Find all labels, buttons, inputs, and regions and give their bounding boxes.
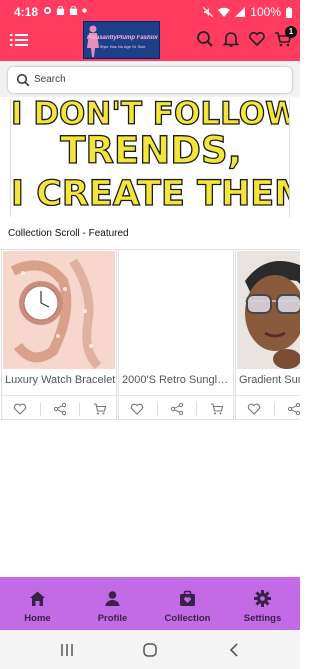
back-icon[interactable] bbox=[226, 642, 242, 658]
shopping-bag-icon bbox=[56, 6, 65, 15]
battery-icon bbox=[286, 6, 292, 18]
product-actions bbox=[236, 395, 300, 421]
search-icon[interactable] bbox=[196, 30, 214, 48]
divider bbox=[40, 402, 41, 416]
product-actions bbox=[119, 395, 235, 421]
sunglasses-model-image bbox=[237, 251, 300, 369]
collection-icon bbox=[180, 590, 195, 606]
app-top-bar: 4:18 100% PleasantlyPlump Fashions Style… bbox=[0, 0, 300, 61]
header-actions: 1 bbox=[196, 26, 297, 48]
dot-icon bbox=[82, 8, 87, 13]
wifi-icon bbox=[218, 7, 231, 17]
cart-count-badge: 1 bbox=[285, 26, 297, 38]
nav-home[interactable]: Home bbox=[0, 577, 75, 630]
logo-title: PleasantlyPlump Fashions bbox=[87, 35, 158, 41]
divider bbox=[79, 402, 80, 416]
nav-collection[interactable]: Collection bbox=[150, 577, 225, 630]
nav-collection-label: Collection bbox=[164, 613, 211, 624]
status-time: 4:18 bbox=[14, 5, 39, 19]
signal-icon bbox=[235, 7, 246, 17]
cart-icon[interactable] bbox=[93, 402, 107, 416]
settings-icon bbox=[254, 590, 271, 607]
product-card[interactable]: Gradient Sunglasses bbox=[235, 249, 300, 420]
system-navigation-bar bbox=[0, 630, 300, 669]
nav-settings[interactable]: Settings bbox=[225, 577, 300, 630]
promo-banner[interactable]: I DON'T FOLLOW TRENDS, I CREATE THEM! bbox=[10, 99, 290, 217]
brand-logo[interactable]: PleasantlyPlump Fashions Style Has No Ag… bbox=[83, 21, 160, 59]
product-name[interactable]: Gradient Sunglasses bbox=[239, 374, 300, 386]
mute-icon bbox=[203, 7, 214, 17]
cart-button[interactable]: 1 bbox=[274, 26, 297, 48]
bottom-navigation: Home Profile Collection Settings bbox=[0, 577, 300, 630]
search-area: Search bbox=[0, 61, 300, 97]
home-icon bbox=[30, 591, 45, 606]
battery-percent: 100% bbox=[250, 5, 281, 19]
recent-apps-icon[interactable] bbox=[59, 642, 75, 658]
banner-line-3: I CREATE THEM! bbox=[11, 173, 289, 214]
share-icon[interactable] bbox=[53, 402, 67, 416]
search-placeholder: Search bbox=[34, 74, 66, 85]
cart-icon[interactable] bbox=[210, 402, 224, 416]
nav-home-label: Home bbox=[24, 613, 51, 624]
product-actions bbox=[2, 395, 118, 421]
section-title: Collection Scroll - Featured bbox=[8, 228, 129, 239]
bell-icon[interactable] bbox=[222, 30, 240, 48]
nav-settings-label: Settings bbox=[243, 613, 282, 624]
nav-profile-label: Profile bbox=[97, 613, 128, 624]
heart-icon[interactable] bbox=[130, 402, 144, 416]
banner-line-2: TRENDS, bbox=[60, 129, 243, 172]
product-carousel[interactable]: Luxury Watch Bracelet 2000'S Retro Sungl… bbox=[0, 249, 300, 421]
search-input[interactable]: Search bbox=[8, 67, 292, 93]
share-icon[interactable] bbox=[170, 402, 184, 416]
profile-icon bbox=[105, 591, 120, 606]
heart-icon[interactable] bbox=[247, 402, 261, 416]
watch-bracelet-image bbox=[3, 251, 115, 369]
product-name[interactable]: 2000'S Retro Sunglasses bbox=[122, 374, 234, 386]
search-icon bbox=[16, 73, 30, 87]
gear-icon bbox=[43, 6, 52, 15]
shopping-bag-icon bbox=[69, 6, 78, 15]
product-image[interactable] bbox=[120, 251, 232, 369]
app-header: PleasantlyPlump Fashions Style Has No Ag… bbox=[0, 20, 300, 60]
notification-icons bbox=[43, 6, 87, 15]
nav-profile[interactable]: Profile bbox=[75, 577, 150, 630]
divider bbox=[196, 402, 197, 416]
product-name[interactable]: Luxury Watch Bracelet bbox=[5, 374, 117, 386]
share-icon[interactable] bbox=[287, 402, 300, 416]
divider bbox=[274, 402, 275, 416]
figure-silhouette-icon bbox=[87, 25, 99, 57]
system-indicators: 100% bbox=[203, 5, 292, 19]
product-card[interactable]: 2000'S Retro Sunglasses bbox=[118, 249, 235, 421]
product-image[interactable] bbox=[3, 251, 115, 369]
product-image[interactable] bbox=[237, 251, 300, 369]
divider bbox=[157, 402, 158, 416]
product-card[interactable]: Luxury Watch Bracelet bbox=[1, 249, 118, 421]
logo-subtitle: Style Has No Age Or Size bbox=[99, 44, 146, 49]
home-button-icon[interactable] bbox=[142, 642, 158, 658]
heart-icon[interactable] bbox=[13, 402, 27, 416]
heart-icon[interactable] bbox=[248, 30, 266, 48]
hamburger-menu-icon[interactable] bbox=[10, 32, 28, 48]
